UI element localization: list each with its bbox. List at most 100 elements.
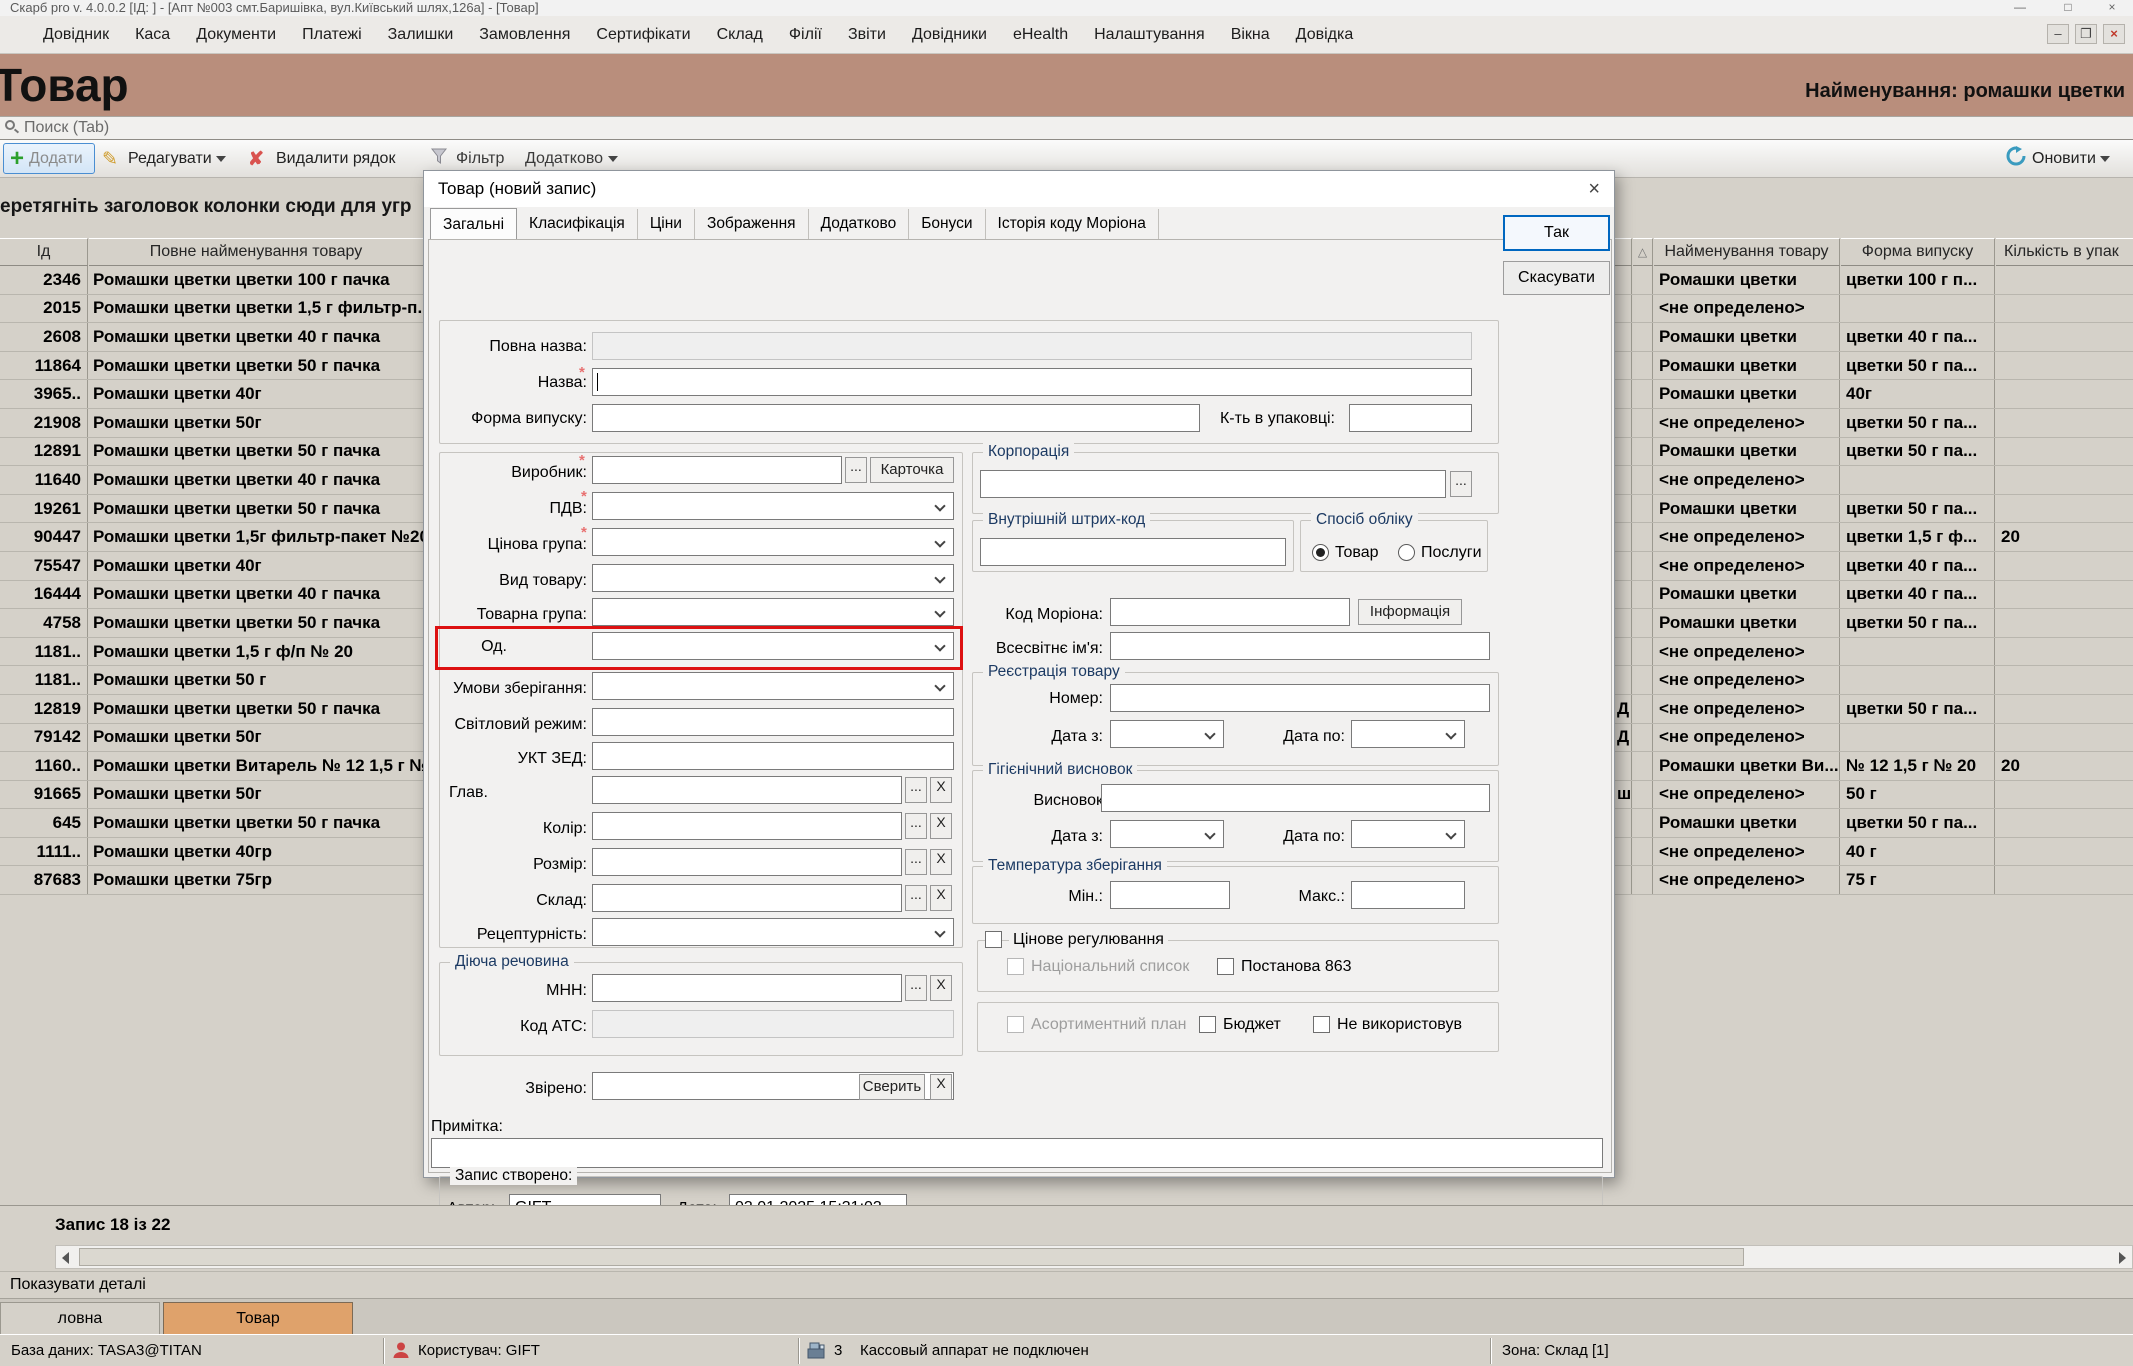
release-form-input[interactable] bbox=[592, 404, 1200, 432]
mdi-restore-icon[interactable]: ❐ bbox=[2075, 24, 2097, 44]
table-row[interactable]: Д <не определено> цветки 50 г па... bbox=[1615, 694, 2133, 724]
ok-button[interactable]: Так bbox=[1503, 215, 1610, 251]
table-row[interactable]: 75547 Ромашки цветки 40г bbox=[0, 551, 423, 581]
search-input[interactable] bbox=[24, 118, 1824, 138]
table-row[interactable]: 3965.. Ромашки цветки 40г bbox=[0, 380, 423, 409]
show-details-toggle[interactable]: Показувати деталі bbox=[10, 1276, 146, 1294]
table-row[interactable]: <не определено> цветки 50 г па... bbox=[1615, 408, 2133, 438]
tab-golovna[interactable]: ловна bbox=[0, 1302, 160, 1335]
mnn-input[interactable] bbox=[592, 974, 902, 1002]
cancel-button[interactable]: Скасувати bbox=[1503, 261, 1610, 295]
table-row[interactable]: 2608 Ромашки цветки цветки 40 г пачка bbox=[0, 323, 423, 352]
table-row[interactable]: 91665 Ромашки цветки 50г bbox=[0, 780, 423, 810]
more-button[interactable]: Додатково bbox=[525, 150, 618, 168]
table-row[interactable]: <не определено> цветки 40 г па... bbox=[1615, 551, 2133, 581]
menu-item[interactable]: Документи bbox=[183, 26, 289, 44]
horizontal-scrollbar[interactable] bbox=[0, 1243, 2133, 1271]
maximize-icon[interactable]: □ bbox=[2051, 0, 2085, 16]
hyg-date-from-select[interactable] bbox=[1110, 820, 1224, 848]
mdi-minimize-icon[interactable]: – bbox=[2047, 24, 2069, 44]
scroll-left-icon[interactable] bbox=[62, 1252, 69, 1264]
goods-radio[interactable] bbox=[1312, 544, 1329, 561]
table-row[interactable]: ш <не определено> 50 г bbox=[1615, 780, 2133, 810]
warehouse-clear-button[interactable]: X bbox=[930, 885, 952, 911]
scroll-right-icon[interactable] bbox=[2119, 1252, 2126, 1264]
note-input[interactable] bbox=[431, 1138, 1603, 1168]
scrollbar-thumb[interactable] bbox=[79, 1248, 1744, 1266]
table-row[interactable]: <не определено> 75 г bbox=[1615, 866, 2133, 896]
menu-item[interactable]: Довідка bbox=[1283, 26, 1367, 44]
reg-date-to-select[interactable] bbox=[1351, 720, 1465, 748]
tab-istoria-morion[interactable]: Історія коду Моріона bbox=[986, 209, 1159, 240]
table-row[interactable]: Ромашки цветки цветки 40 г па... bbox=[1615, 323, 2133, 352]
table-row[interactable]: <не определено> 40 г bbox=[1615, 837, 2133, 867]
table-row[interactable]: <не определено> bbox=[1615, 637, 2133, 667]
menu-item[interactable]: Каса bbox=[122, 26, 183, 44]
temp-max-input[interactable] bbox=[1351, 881, 1465, 909]
information-button[interactable]: Інформація bbox=[1358, 599, 1462, 625]
temp-min-input[interactable] bbox=[1110, 881, 1230, 909]
table-row[interactable]: 16444 Ромашки цветки цветки 40 г пачка bbox=[0, 580, 423, 610]
table-row[interactable]: 12891 Ромашки цветки цветки 50 г пачка bbox=[0, 437, 423, 467]
table-row[interactable]: 79142 Ромашки цветки 50г bbox=[0, 723, 423, 753]
mnn-browse-button[interactable]: ... bbox=[905, 975, 927, 1001]
producer-input[interactable] bbox=[592, 456, 842, 484]
menu-item[interactable]: Замовлення bbox=[466, 26, 583, 44]
size-browse-button[interactable]: ... bbox=[905, 849, 927, 875]
name-input[interactable] bbox=[592, 368, 1472, 396]
conclusion-input[interactable] bbox=[1101, 784, 1490, 812]
price-group-select[interactable] bbox=[592, 528, 954, 556]
storage-select[interactable] bbox=[592, 672, 954, 700]
table-row[interactable]: Ромашки цветки Ви... № 12 1,5 г № 20 20 bbox=[1615, 752, 2133, 781]
table-row[interactable]: Д <не определено> bbox=[1615, 723, 2133, 753]
sort-indicator-icon[interactable]: △ bbox=[1633, 238, 1653, 266]
glav-browse-button[interactable]: ... bbox=[905, 777, 927, 803]
verify-button[interactable]: Сверить bbox=[859, 1074, 925, 1100]
mdi-close-icon[interactable]: × bbox=[2103, 24, 2125, 44]
menu-item[interactable]: Сертифікати bbox=[583, 26, 703, 44]
color-input[interactable] bbox=[592, 812, 902, 840]
table-row[interactable]: 4758 Ромашки цветки цветки 50 г пачка bbox=[0, 609, 423, 638]
world-name-input[interactable] bbox=[1110, 632, 1490, 660]
table-row[interactable]: 1160.. Ромашки цветки Витарель № 12 1,5 … bbox=[0, 752, 423, 781]
not-used-checkbox[interactable] bbox=[1313, 1016, 1330, 1033]
table-row[interactable]: 11864 Ромашки цветки цветки 50 г пачка bbox=[0, 351, 423, 381]
table-row[interactable]: 2346 Ромашки цветки цветки 100 г пачка bbox=[0, 266, 423, 295]
warehouse-input[interactable] bbox=[592, 884, 902, 912]
menu-item[interactable]: Довідники bbox=[899, 26, 1000, 44]
table-row[interactable]: <не определено> bbox=[1615, 294, 2133, 324]
table-row[interactable]: 2015 Ромашки цветки цветки 1,5 г фильтр-… bbox=[0, 294, 423, 324]
table-row[interactable]: 645 Ромашки цветки цветки 50 г пачка bbox=[0, 809, 423, 838]
close-icon[interactable]: × bbox=[2095, 0, 2129, 16]
table-row[interactable]: <не определено> bbox=[1615, 466, 2133, 495]
services-radio[interactable] bbox=[1398, 544, 1415, 561]
tab-klasyfikacia[interactable]: Класифікація bbox=[517, 209, 638, 240]
column-header-qty[interactable]: Кількість в упак bbox=[1996, 238, 2133, 266]
menu-item[interactable]: Довідник bbox=[30, 26, 122, 44]
table-row[interactable]: <не определено> цветки 1,5 г ф... 20 bbox=[1615, 523, 2133, 552]
decree-863-checkbox[interactable] bbox=[1217, 958, 1234, 975]
table-row[interactable]: Ромашки цветки цветки 50 г па... bbox=[1615, 809, 2133, 838]
glav-input[interactable] bbox=[592, 776, 902, 804]
tab-tovar[interactable]: Товар bbox=[163, 1302, 353, 1335]
size-clear-button[interactable]: X bbox=[930, 849, 952, 875]
table-row[interactable]: Ромашки цветки цветки 40 г па... bbox=[1615, 580, 2133, 610]
edit-button[interactable]: Редагувати bbox=[128, 150, 227, 168]
menu-item[interactable]: eHealth bbox=[1000, 26, 1081, 44]
product-group-select[interactable] bbox=[592, 598, 954, 626]
delete-row-button[interactable]: Видалити рядок bbox=[276, 150, 395, 168]
table-row[interactable]: 90447 Ромашки цветки 1,5г фильтр-пакет №… bbox=[0, 523, 423, 552]
hyg-date-to-select[interactable] bbox=[1351, 820, 1465, 848]
table-row[interactable]: 21908 Ромашки цветки 50г bbox=[0, 408, 423, 438]
ukt-zed-input[interactable] bbox=[592, 742, 954, 770]
color-clear-button[interactable]: X bbox=[930, 813, 952, 839]
menu-item[interactable]: Платежі bbox=[289, 26, 375, 44]
card-button[interactable]: Карточка bbox=[870, 457, 954, 483]
refresh-button[interactable]: Оновити bbox=[2032, 150, 2111, 168]
tab-dodatkovo[interactable]: Додатково bbox=[809, 209, 910, 240]
warehouse-browse-button[interactable]: ... bbox=[905, 885, 927, 911]
tab-bonusy[interactable]: Бонуси bbox=[909, 209, 986, 240]
table-row[interactable]: 1181.. Ромашки цветки 50 г bbox=[0, 666, 423, 695]
table-row[interactable]: Ромашки цветки цветки 100 г п... bbox=[1615, 266, 2133, 295]
light-mode-input[interactable] bbox=[592, 708, 954, 736]
